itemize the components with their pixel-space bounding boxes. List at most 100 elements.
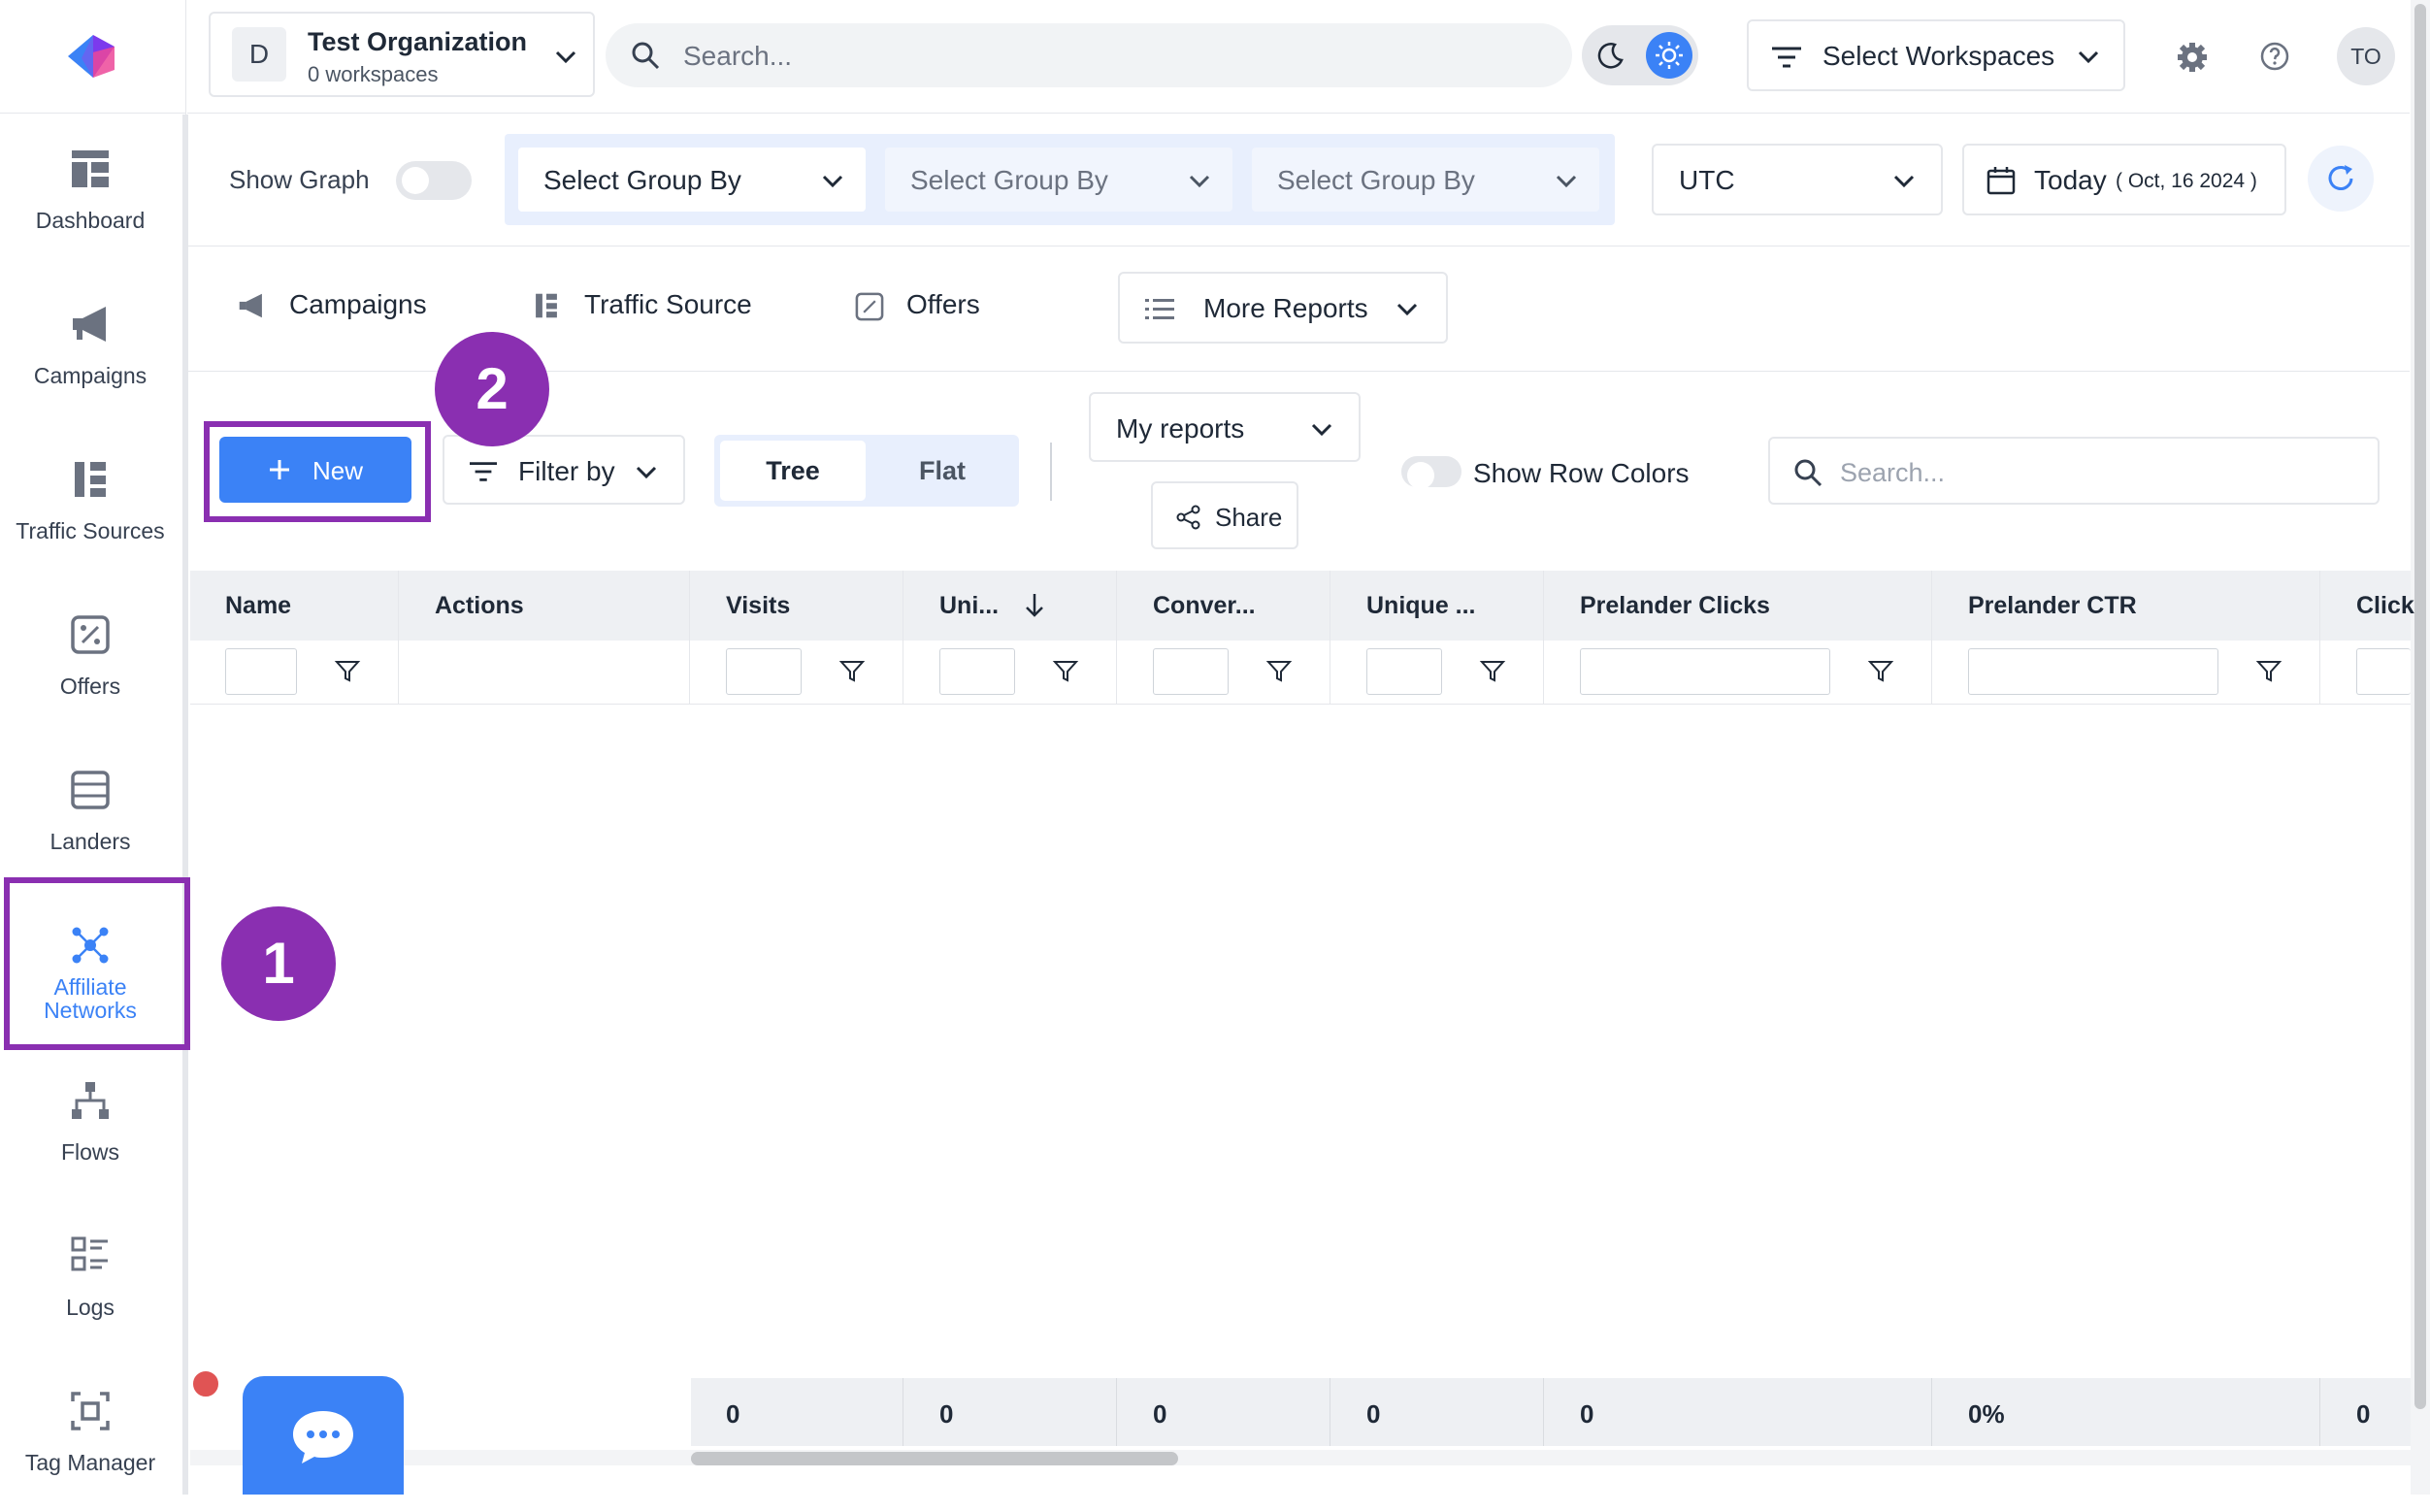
filter-input-prelander-ctr[interactable]: [1968, 648, 2218, 695]
show-graph-label: Show Graph: [229, 165, 370, 194]
filter-input-unique-2[interactable]: [1366, 648, 1442, 695]
sidebar-item-logs[interactable]: Logs: [0, 1201, 181, 1357]
dashboard-icon: [72, 150, 109, 187]
logs-icon: [71, 1236, 108, 1271]
sidebar-item-dashboard[interactable]: Dashboard: [0, 115, 181, 270]
group-by-select-3[interactable]: Select Group By: [1252, 148, 1599, 212]
filter-icon[interactable]: [838, 657, 866, 684]
sidebar-item-campaigns[interactable]: Campaigns: [0, 270, 181, 425]
filter-input-unique[interactable]: [939, 648, 1015, 695]
chat-widget-button[interactable]: [243, 1376, 404, 1495]
landers-icon: [71, 771, 110, 809]
annotation-step-1: 1: [221, 906, 336, 1021]
column-header-unique-2[interactable]: Unique ...: [1366, 592, 1476, 620]
refresh-button[interactable]: [2308, 146, 2374, 212]
date-label: Today: [2034, 165, 2107, 195]
group-by-select-2[interactable]: Select Group By: [885, 148, 1232, 212]
show-row-colors-label: Show Row Colors: [1473, 458, 1690, 488]
sort-desc-icon[interactable]: [1023, 592, 1046, 619]
search-icon: [1794, 459, 1822, 487]
theme-toggle[interactable]: [1582, 25, 1698, 85]
filter-icon[interactable]: [1265, 657, 1293, 684]
app-logo-icon[interactable]: [64, 29, 120, 83]
global-search-input[interactable]: Search...: [606, 23, 1572, 87]
tab-campaigns-label: Campaigns: [289, 289, 427, 319]
filter-icon[interactable]: [334, 657, 361, 684]
filter-icon[interactable]: [1867, 657, 1894, 684]
filter-icon[interactable]: [1052, 657, 1079, 684]
share-icon: [1176, 505, 1200, 530]
sidebar-item-tag-manager[interactable]: Tag Manager: [0, 1357, 181, 1512]
filter-by-dropdown[interactable]: Filter by: [443, 435, 685, 505]
filter-input-visits[interactable]: [726, 648, 802, 695]
sidebar-item-label: Dashboard: [35, 208, 146, 233]
chevron-down-icon: [1311, 423, 1332, 437]
column-header-prelander-ctr[interactable]: Prelander CTR: [1968, 592, 2137, 620]
megaphone-icon: [239, 293, 262, 318]
date-range-picker[interactable]: Today ( Oct, 16 2024 ): [1962, 144, 2286, 215]
share-button[interactable]: Share: [1151, 481, 1298, 549]
sidebar-item-label: Offers: [59, 674, 121, 699]
megaphone-icon: [73, 307, 106, 342]
moon-icon[interactable]: [1595, 40, 1626, 71]
sidebar-item-traffic-sources[interactable]: Traffic Sources: [0, 425, 181, 580]
column-divider: [1931, 571, 1932, 705]
calendar-icon: [1987, 167, 2016, 195]
column-divider: [1543, 1378, 1544, 1446]
organization-selector[interactable]: D Test Organization 0 workspaces: [209, 12, 595, 97]
sidebar-item-flows[interactable]: Flows: [0, 1046, 181, 1201]
table-horizontal-scrollbar[interactable]: [190, 1450, 2411, 1465]
my-reports-dropdown[interactable]: My reports: [1089, 392, 1361, 462]
sidebar: Dashboard Campaigns Traffic Sources Offe…: [0, 0, 188, 1495]
sidebar-scrollbar[interactable]: [182, 115, 188, 1495]
filter-input-prelander-clicks[interactable]: [1580, 648, 1830, 695]
page-scrollbar[interactable]: [2411, 0, 2430, 1495]
column-header-actions[interactable]: Actions: [435, 592, 524, 620]
traffic-sources-icon: [75, 462, 106, 497]
search-icon: [632, 42, 660, 70]
refresh-icon: [2328, 165, 2353, 190]
column-header-unique[interactable]: Uni...: [939, 592, 999, 620]
timezone-select[interactable]: UTC: [1652, 144, 1943, 215]
table-horizontal-scrollbar-thumb[interactable]: [691, 1452, 1178, 1465]
column-header-prelander-clicks[interactable]: Prelander Clicks: [1580, 592, 1770, 620]
global-search-placeholder: Search...: [683, 41, 793, 71]
tree-view-button[interactable]: Tree: [720, 441, 866, 501]
sidebar-item-label: Flows: [60, 1139, 120, 1165]
chevron-down-icon: [822, 175, 843, 188]
column-header-conversions[interactable]: Conver...: [1153, 592, 1256, 620]
filter-input-name[interactable]: [225, 648, 297, 695]
column-divider: [1931, 1378, 1932, 1446]
chevron-down-icon: [555, 50, 576, 64]
gear-icon[interactable]: [2176, 41, 2209, 74]
column-divider: [1543, 571, 1544, 705]
total-unique: 0: [939, 1399, 954, 1429]
filter-input-clicks[interactable]: [2356, 648, 2411, 695]
sidebar-item-label: Landers: [49, 829, 131, 854]
workspaces-select[interactable]: Select Workspaces: [1747, 19, 2125, 91]
show-graph-toggle[interactable]: [396, 161, 472, 200]
total-visits: 0: [726, 1399, 740, 1429]
logo-area: [0, 0, 186, 114]
column-header-visits[interactable]: Visits: [726, 592, 790, 620]
column-header-name[interactable]: Name: [225, 592, 291, 620]
chevron-down-icon: [636, 466, 657, 479]
table-search-placeholder: Search...: [1840, 458, 1946, 487]
sidebar-item-offers[interactable]: Offers: [0, 580, 181, 736]
offers-icon: [71, 615, 110, 654]
light-mode-button[interactable]: [1646, 32, 1692, 79]
flat-view-button[interactable]: Flat: [870, 441, 1015, 501]
column-header-clicks[interactable]: Click: [2356, 592, 2414, 620]
more-reports-dropdown[interactable]: More Reports: [1118, 272, 1448, 344]
filter-input-conversions[interactable]: [1153, 648, 1229, 695]
show-row-colors-toggle[interactable]: [1401, 456, 1461, 489]
help-icon[interactable]: [2259, 41, 2290, 72]
filter-icon[interactable]: [2255, 657, 2282, 684]
table-search-input[interactable]: Search...: [1768, 437, 2380, 505]
sidebar-item-landers[interactable]: Landers: [0, 736, 181, 891]
filter-icon[interactable]: [1479, 657, 1506, 684]
page-scrollbar-thumb[interactable]: [2414, 4, 2426, 1409]
total-prelander-clicks: 0: [1580, 1399, 1594, 1429]
user-avatar[interactable]: TO: [2337, 27, 2395, 85]
group-by-select-1[interactable]: Select Group By: [518, 148, 866, 212]
